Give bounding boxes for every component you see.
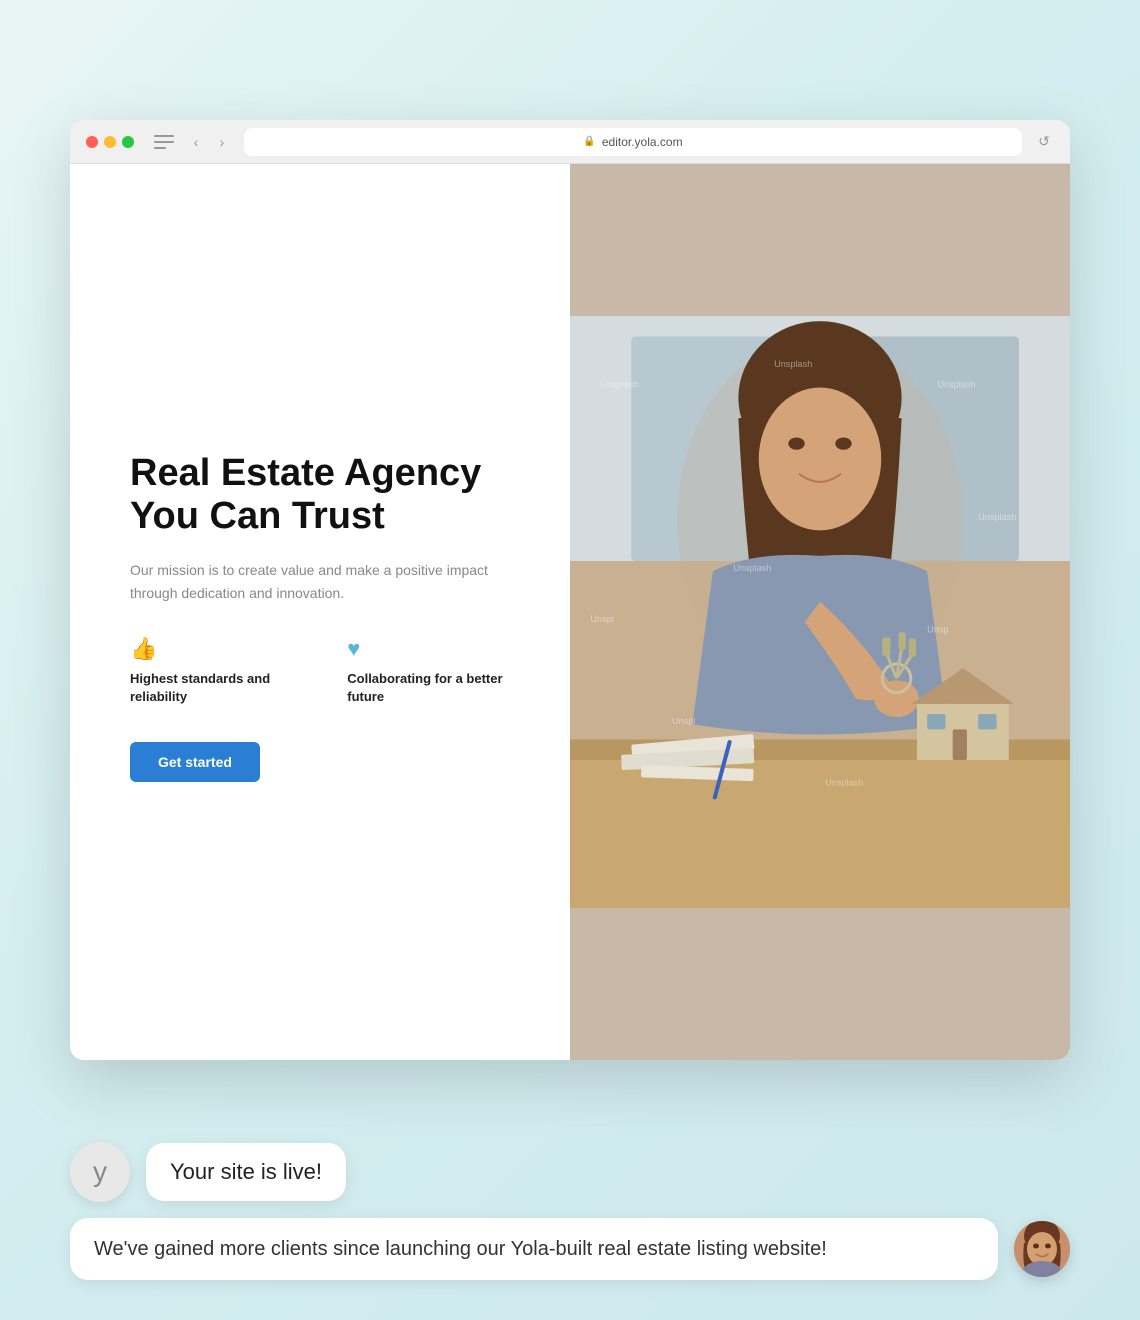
testimonial-bubble: We've gained more clients since launchin… (70, 1218, 998, 1280)
user-avatar-image (1014, 1221, 1070, 1277)
svg-text:Unsp: Unsp (927, 624, 948, 634)
forward-button[interactable]: › (212, 132, 232, 152)
chat-section: y Your site is live! We've gained more c… (70, 1142, 1070, 1280)
svg-text:Unsplash: Unsplash (937, 380, 975, 390)
svg-text:Unsplash: Unsplash (825, 777, 863, 787)
get-started-button[interactable]: Get started (130, 742, 260, 782)
feature-item-1: 👍 Highest standards and reliability (130, 636, 307, 706)
website-left-panel: Real Estate Agency You Can Trust Our mis… (70, 164, 570, 1060)
minimize-button[interactable] (104, 136, 116, 148)
system-message-text: Your site is live! (170, 1159, 322, 1184)
address-bar[interactable]: 🔒 editor.yola.com (244, 128, 1022, 156)
testimonial-row: We've gained more clients since launchin… (70, 1218, 1070, 1280)
svg-text:Unsplash: Unsplash (733, 563, 771, 573)
nav-buttons: ‹ › (186, 132, 232, 152)
close-button[interactable] (86, 136, 98, 148)
reload-button[interactable]: ↺ (1034, 132, 1054, 152)
browser-window: ‹ › 🔒 editor.yola.com ↺ Real Estate Agen… (70, 120, 1070, 1060)
feature-label-2: Collaborating for a better future (347, 670, 520, 706)
thumbs-up-icon: 👍 (130, 636, 307, 662)
yola-avatar-letter: y (93, 1156, 107, 1188)
url-text: editor.yola.com (602, 135, 683, 149)
user-avatar (1014, 1221, 1070, 1277)
svg-text:Unsplash: Unsplash (978, 512, 1016, 522)
system-chat-bubble: Your site is live! (146, 1143, 346, 1201)
hero-subtitle: Our mission is to create value and make … (130, 559, 520, 604)
sidebar-toggle-icon[interactable] (154, 135, 174, 149)
lock-icon: 🔒 (583, 136, 595, 147)
website-right-panel: Unsplash Unsplash Unsplash Unsplash Unsp… (570, 164, 1070, 1060)
traffic-lights (86, 136, 134, 148)
svg-text:Unsplash: Unsplash (601, 380, 639, 390)
svg-text:Unsplash: Unsplash (774, 359, 812, 369)
browser-content: Real Estate Agency You Can Trust Our mis… (70, 164, 1070, 1060)
back-button[interactable]: ‹ (186, 132, 206, 152)
maximize-button[interactable] (122, 136, 134, 148)
heart-icon: ♥ (347, 636, 520, 662)
hero-title: Real Estate Agency You Can Trust (130, 452, 520, 539)
feature-item-2: ♥ Collaborating for a better future (347, 636, 520, 706)
testimonial-text: We've gained more clients since launchin… (94, 1238, 827, 1260)
svg-text:Unspl: Unspl (590, 614, 613, 624)
feature-label-1: Highest standards and reliability (130, 670, 307, 706)
features-row: 👍 Highest standards and reliability ♥ Co… (130, 636, 520, 706)
browser-chrome: ‹ › 🔒 editor.yola.com ↺ (70, 120, 1070, 164)
system-message-row: y Your site is live! (70, 1142, 1070, 1202)
yola-avatar: y (70, 1142, 130, 1202)
hero-image: Unsplash Unsplash Unsplash Unsplash Unsp… (570, 164, 1070, 1060)
svg-text:Unspl: Unspl (672, 716, 695, 726)
